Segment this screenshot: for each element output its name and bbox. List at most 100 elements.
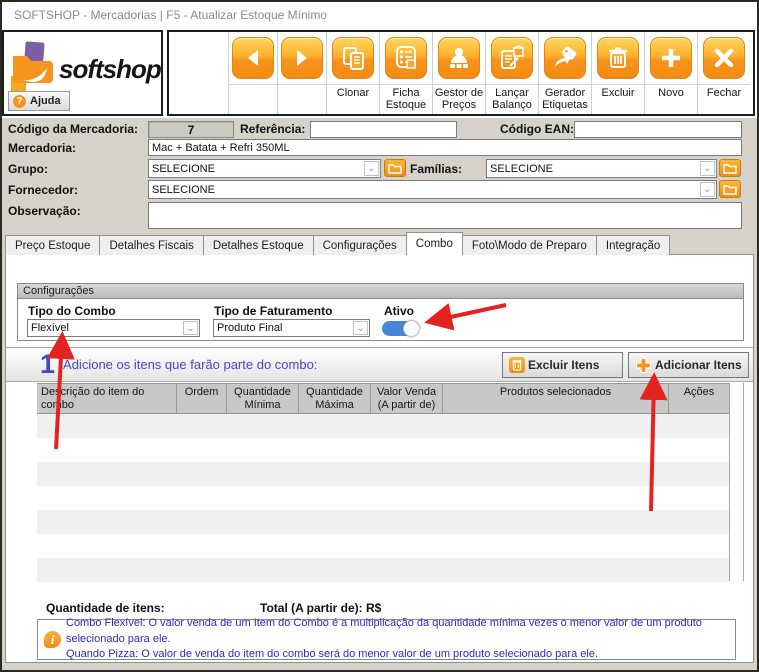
toolbar-cell-forward	[277, 32, 326, 114]
chevron-down-icon: ⌄	[183, 321, 198, 335]
grupo-select[interactable]: SELECIONE ⌄	[148, 159, 381, 178]
toolbar-cell-novo: Novo	[644, 32, 697, 114]
adicionar-itens-label: Adicionar Itens	[655, 358, 742, 372]
toolbar-cell-lancar-balanco: Lançar Balanço	[485, 32, 538, 114]
tab-combo[interactable]: Combo	[406, 232, 463, 255]
toolbar-cell-gerador-etiquetas: Gerador Etiquetas	[538, 32, 591, 114]
codigo-mercadoria-value: 7	[148, 121, 234, 138]
fornecedor-select[interactable]: SELECIONE ⌄	[148, 180, 717, 199]
back-button[interactable]	[232, 37, 274, 79]
toolbar-label: Clonar	[337, 85, 369, 99]
tipo-combo-select[interactable]: Flexível ⌄	[27, 319, 200, 337]
toolbar: Clonar Ficha Estoque	[167, 30, 755, 116]
adicionar-itens-button[interactable]: Adicionar Itens	[628, 352, 749, 378]
column-header: Ordem	[177, 384, 227, 413]
excluir-itens-button[interactable]: Excluir Itens	[502, 352, 623, 378]
app-window: SOFTSHOP - Mercadorias | F5 - Atualizar …	[0, 0, 759, 672]
tab-integracao[interactable]: Integração	[596, 235, 670, 255]
tipo-faturamento-value: Produto Final	[217, 322, 282, 334]
toolbar-cell-ficha-estoque: Ficha Estoque	[379, 32, 432, 114]
chevron-down-icon: ⌄	[700, 161, 715, 176]
referencia-input[interactable]	[310, 121, 457, 138]
combo-items-section-header: 1 Adicione os itens que farão parte do c…	[6, 347, 753, 382]
configuracoes-groupbox: Configurações Tipo do Combo Flexível ⌄ T…	[17, 283, 744, 341]
familias-folder-button[interactable]	[719, 159, 741, 177]
help-button[interactable]: ? Ajuda	[8, 91, 70, 111]
delete-button[interactable]	[597, 37, 639, 79]
toggle-knob	[403, 320, 420, 337]
softshop-logo-icon	[9, 40, 65, 98]
fornecedor-label: Fornecedor:	[8, 183, 78, 197]
new-button[interactable]	[650, 37, 692, 79]
toolbar-cell-excluir: Excluir	[591, 32, 644, 114]
total-label: Total (A partir de): R$	[260, 601, 381, 615]
quantidade-itens-label: Quantidade de itens:	[46, 601, 165, 615]
title-bar: SOFTSHOP - Mercadorias | F5 - Atualizar …	[2, 2, 757, 28]
referencia-label: Referência:	[240, 122, 305, 136]
plus-icon	[635, 357, 652, 374]
configuracoes-groupbox-title: Configurações	[18, 284, 743, 299]
tab-detalhes-estoque[interactable]: Detalhes Estoque	[203, 235, 314, 255]
grupo-label: Grupo:	[8, 162, 48, 176]
tab-preco-estoque[interactable]: Preço Estoque	[5, 235, 100, 255]
observacao-label: Observação:	[8, 204, 81, 218]
info-icon: i	[44, 631, 61, 648]
column-header: Valor Venda (A partir de)	[371, 384, 443, 413]
toolbar-cell-back	[228, 32, 277, 114]
softshop-logo: softshop	[9, 40, 161, 98]
column-header: Ações	[669, 384, 729, 413]
codigo-mercadoria-label: Código da Mercadoria:	[8, 122, 138, 136]
toolbar-label: Gerador Etiquetas	[539, 85, 591, 111]
mercadoria-input[interactable]: Mac + Batata + Refri 350ML	[148, 139, 742, 156]
folder-icon	[723, 184, 737, 195]
plus-icon	[658, 45, 684, 71]
folder-icon	[388, 163, 402, 174]
help-icon: ?	[13, 95, 26, 108]
clone-button[interactable]	[332, 37, 374, 79]
ativo-label: Ativo	[384, 304, 414, 318]
price-manager-button[interactable]	[438, 37, 480, 79]
trash-icon	[605, 45, 631, 71]
familias-select[interactable]: SELECIONE ⌄	[486, 159, 717, 178]
tab-foto-modo-preparo[interactable]: Foto\Modo de Preparo	[462, 235, 597, 255]
tab-configuracoes[interactable]: Configurações	[313, 235, 407, 255]
copy-icon	[340, 45, 366, 71]
table-scrollbar-track	[729, 383, 744, 581]
table-row	[37, 462, 729, 486]
tab-detalhes-fiscais[interactable]: Detalhes Fiscais	[99, 235, 203, 255]
fornecedor-folder-button[interactable]	[719, 180, 741, 198]
codigo-ean-input[interactable]	[574, 121, 742, 138]
step-number: 1	[40, 351, 55, 378]
excluir-itens-label: Excluir Itens	[528, 358, 599, 372]
fornecedor-value: SELECIONE	[152, 184, 215, 196]
balance-button[interactable]	[491, 37, 533, 79]
combo-tab-panel: Configurações Tipo do Combo Flexível ⌄ T…	[5, 254, 754, 663]
stock-sheet-button[interactable]	[385, 37, 427, 79]
column-header: Descrição do item do combo	[37, 384, 177, 413]
price-manager-icon	[446, 45, 472, 71]
label-generator-icon	[552, 45, 578, 71]
close-button[interactable]	[703, 37, 745, 79]
folder-icon	[723, 163, 737, 174]
tipo-combo-value: Flexível	[31, 322, 69, 334]
toolbar-label: Gestor de Preços	[433, 85, 485, 111]
observacao-textarea[interactable]	[148, 202, 742, 229]
label-generator-button[interactable]	[544, 37, 586, 79]
familias-label: Famílias:	[410, 162, 462, 176]
table-row	[37, 438, 729, 462]
ativo-toggle[interactable]	[382, 321, 419, 336]
chevron-down-icon: ⌄	[700, 182, 715, 197]
info-box: i Combo Flexível: O valor venda de um It…	[37, 619, 736, 660]
mercadoria-label: Mercadoria:	[8, 141, 76, 155]
tab-strip: Preço Estoque Detalhes Fiscais Detalhes …	[5, 232, 669, 255]
help-label: Ajuda	[30, 95, 61, 107]
tipo-faturamento-select[interactable]: Produto Final ⌄	[213, 319, 370, 337]
toolbar-cell-fechar: Fechar	[697, 32, 750, 114]
grupo-folder-button[interactable]	[384, 159, 406, 177]
forward-button[interactable]	[281, 37, 323, 79]
toolbar-label: Fechar	[707, 85, 741, 99]
grupo-value: SELECIONE	[152, 163, 215, 175]
logo-panel: softshop ? Ajuda	[2, 30, 163, 116]
toolbar-label: Novo	[658, 85, 684, 99]
column-header: Quantidade Máxima	[299, 384, 371, 413]
